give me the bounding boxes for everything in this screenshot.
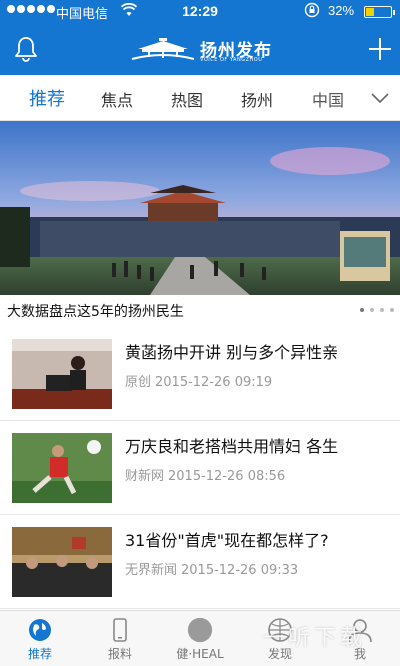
- news-title: 黄菡扬中开讲 别与多个异性亲: [125, 343, 339, 362]
- plus-icon[interactable]: [366, 35, 394, 63]
- news-datetime: 2015-12-26 09:19: [155, 375, 273, 390]
- nav-report[interactable]: 报料: [80, 611, 160, 666]
- news-title: 31省份"首虎"现在都怎样了?: [125, 531, 329, 550]
- news-source: 财新网: [125, 469, 165, 484]
- news-meta: 原创 2015-12-26 09:19: [125, 371, 272, 390]
- top-bar: 中国电信 12:29 32% 扬州发布 VOICE OF YANGZHOU: [0, 0, 400, 75]
- app-logo: 扬州发布 VOICE OF YANGZHOU: [128, 36, 272, 64]
- news-title: 万庆良和老搭档共用情妇 各生: [125, 437, 339, 456]
- rotation-lock-icon: [304, 2, 320, 21]
- news-thumbnail: [12, 527, 112, 597]
- tab-photos[interactable]: 热图: [171, 87, 203, 111]
- tab-china[interactable]: 中国: [312, 87, 344, 111]
- banner-caption-bar: 大数据盘点这5年的扬州民生: [0, 295, 400, 327]
- news-meta: 无界新闻 2015-12-26 09:33: [125, 559, 298, 578]
- nav-health[interactable]: 健·HEAL: [160, 611, 240, 666]
- nav-recommend[interactable]: 推荐: [0, 611, 80, 666]
- carousel-dot: [390, 308, 394, 312]
- category-tabs: 推荐 焦点 热图 扬州 中国: [0, 75, 400, 121]
- news-source: 无界新闻: [125, 563, 178, 578]
- list-item[interactable]: 黄菡扬中开讲 别与多个异性亲 原创 2015-12-26 09:19: [0, 327, 400, 421]
- nav-label: 报料: [107, 647, 132, 661]
- carousel-dot: [370, 308, 374, 312]
- news-datetime: 2015-12-26 08:56: [168, 469, 286, 484]
- banner-image[interactable]: [0, 121, 400, 295]
- logo-subtitle: VOICE OF YANGZHOU: [200, 57, 263, 63]
- news-thumbnail: [12, 339, 112, 409]
- chevron-down-icon[interactable]: [370, 88, 390, 108]
- carousel-indicator: [360, 308, 394, 312]
- carousel-dot: [360, 308, 364, 312]
- news-datetime: 2015-12-26 09:33: [181, 563, 299, 578]
- list-item[interactable]: 万庆良和老搭档共用情妇 各生 财新网 2015-12-26 08:56: [0, 421, 400, 515]
- battery-percent: 32%: [328, 3, 355, 18]
- health-icon: [187, 617, 213, 643]
- globe-icon: [27, 617, 53, 643]
- tab-yangzhou[interactable]: 扬州: [241, 87, 273, 111]
- news-meta: 财新网 2015-12-26 08:56: [125, 465, 285, 484]
- banner-caption[interactable]: 大数据盘点这5年的扬州民生: [7, 301, 184, 321]
- battery-icon: [364, 6, 395, 18]
- watermark: 一听下载: [262, 626, 367, 651]
- news-source: 原创: [125, 375, 152, 390]
- news-thumbnail: [12, 433, 112, 503]
- nav-label: 健·HEAL: [176, 647, 224, 661]
- status-bar: 中国电信 12:29 32%: [0, 0, 400, 22]
- tab-focus[interactable]: 焦点: [101, 87, 133, 111]
- bell-icon[interactable]: [12, 35, 40, 63]
- nav-label: 推荐: [27, 647, 52, 661]
- pavilion-logo-icon: [131, 38, 195, 60]
- carousel-dot: [380, 308, 384, 312]
- tab-recommend[interactable]: 推荐: [29, 85, 65, 111]
- list-item[interactable]: 31省份"首虎"现在都怎样了? 无界新闻 2015-12-26 09:33: [0, 515, 400, 609]
- phone-icon: [107, 617, 133, 643]
